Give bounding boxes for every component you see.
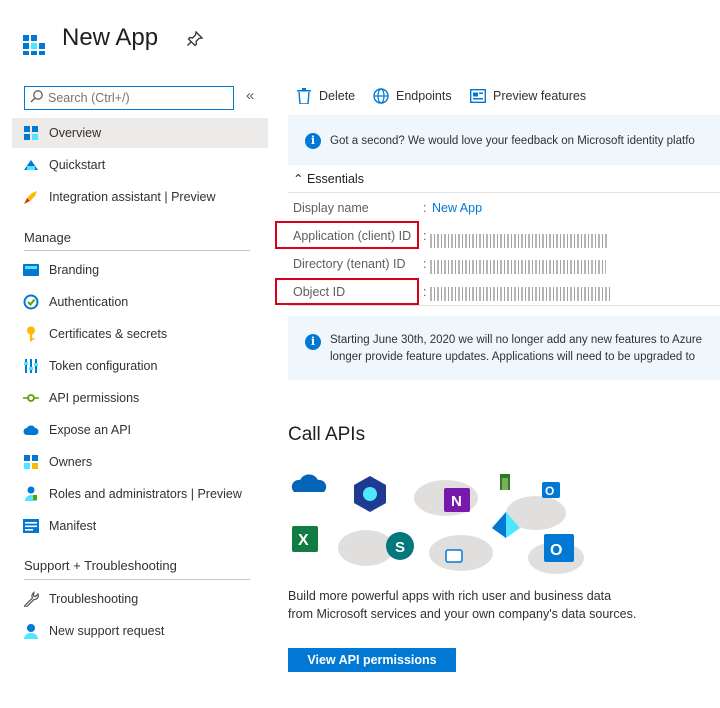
call-apis-description: Build more powerful apps with rich user … — [288, 589, 637, 621]
directory-tenant-id-label: Directory (tenant) ID — [293, 257, 406, 271]
collapse-sidebar-icon[interactable]: « — [246, 87, 254, 104]
trash-icon — [296, 88, 312, 104]
app-registration-icon — [22, 32, 46, 56]
sidebar-item-new-support-request[interactable]: New support request — [12, 616, 268, 646]
token-icon — [23, 358, 39, 374]
section-header-support: Support + Troubleshooting — [24, 558, 177, 573]
microsoft-services-illustration: N O X S O — [286, 468, 586, 578]
sidebar-item-overview[interactable]: Overview — [12, 118, 268, 148]
sidebar-item-troubleshooting[interactable]: Troubleshooting — [12, 584, 268, 614]
divider — [24, 579, 250, 580]
sidebar-item-manifest[interactable]: Manifest — [12, 511, 268, 541]
teams-chat-icon — [445, 549, 463, 563]
sidebar-item-label: Expose an API — [49, 423, 132, 437]
azure-active-directory-icon — [354, 476, 386, 512]
call-apis-heading: Call APIs — [288, 424, 366, 445]
svg-text:O: O — [545, 484, 554, 498]
info-icon: i — [305, 334, 321, 350]
branding-icon — [23, 262, 39, 278]
redacted-value — [430, 234, 608, 248]
wrench-icon — [23, 591, 39, 607]
sidebar-item-token-configuration[interactable]: Token configuration — [12, 351, 268, 381]
outlook-icon: O — [544, 534, 574, 562]
page-title: New App — [62, 24, 159, 51]
sidebar-item-integration-assistant[interactable]: Integration assistant | Preview — [12, 182, 268, 212]
svg-text:X: X — [298, 532, 309, 549]
svg-text:S: S — [395, 539, 405, 556]
display-name-label: Display name — [293, 201, 369, 215]
search-icon — [30, 89, 44, 108]
search-box[interactable] — [24, 86, 234, 110]
svg-text:O: O — [550, 542, 562, 559]
notice-banner-line-2: longer provide feature updates. Applicat… — [330, 351, 696, 363]
excel-icon: X — [292, 526, 318, 552]
roles-icon — [23, 486, 39, 502]
sidebar-item-branding[interactable]: Branding — [12, 255, 268, 285]
notice-banner-line-1: Starting June 30th, 2020 we will no long… — [330, 334, 703, 346]
essentials-toggle[interactable]: ⌃ Essentials — [293, 171, 364, 186]
redacted-value — [430, 260, 606, 274]
search-input[interactable] — [48, 91, 228, 105]
preview-icon — [470, 88, 486, 104]
divider — [288, 192, 720, 193]
highlight-box — [275, 221, 419, 249]
highlight-box — [275, 278, 419, 305]
key-icon — [23, 326, 39, 342]
sidebar-item-label: Troubleshooting — [49, 592, 139, 606]
sidebar-item-roles-administrators[interactable]: Roles and administrators | Preview — [12, 479, 268, 509]
sidebar-item-quickstart[interactable]: Quickstart — [12, 150, 268, 180]
sharepoint-icon: S — [386, 532, 414, 560]
sidebar-item-label: Quickstart — [49, 158, 106, 172]
chevron-up-icon: ⌃ — [293, 172, 304, 186]
sidebar-item-label: Certificates & secrets — [49, 327, 168, 341]
cloud-icon — [23, 422, 39, 438]
divider — [288, 305, 720, 306]
display-name-link[interactable]: New App — [432, 201, 482, 215]
sidebar-item-label: API permissions — [49, 391, 140, 405]
preview-features-button[interactable]: Preview features — [470, 88, 586, 104]
sidebar-item-authentication[interactable]: Authentication — [12, 287, 268, 317]
endpoints-button[interactable]: Endpoints — [373, 88, 452, 104]
divider — [24, 250, 250, 251]
overview-icon — [23, 125, 39, 141]
sidebar-item-label: Branding — [49, 263, 100, 277]
globe-icon — [373, 88, 389, 104]
onenote-icon: N — [444, 488, 470, 512]
sidebar-item-label: Authentication — [49, 295, 129, 309]
sidebar-item-certificates-secrets[interactable]: Certificates & secrets — [12, 319, 268, 349]
section-header-manage: Manage — [24, 230, 71, 245]
onedrive-icon — [291, 474, 327, 492]
view-api-permissions-button[interactable]: View API permissions — [288, 648, 456, 672]
feedback-banner-text: Got a second? We would love your feedbac… — [330, 135, 695, 147]
manifest-icon — [23, 518, 39, 534]
pin-icon[interactable] — [186, 30, 204, 48]
support-icon — [23, 623, 39, 639]
authentication-icon — [23, 294, 39, 310]
quickstart-icon — [23, 157, 39, 173]
sidebar-item-label: Overview — [49, 126, 102, 140]
planner-icon — [500, 474, 510, 490]
outlook-contacts-icon: O — [542, 482, 560, 498]
info-icon: i — [305, 133, 321, 149]
sidebar-item-label: Manifest — [49, 519, 97, 533]
sidebar-item-label: Owners — [49, 455, 93, 469]
rocket-icon — [23, 189, 39, 205]
sidebar-item-api-permissions[interactable]: API permissions — [12, 383, 268, 413]
sidebar-item-label: Roles and administrators | Preview — [49, 487, 242, 501]
svg-text:N: N — [451, 493, 462, 510]
sidebar-item-expose-an-api[interactable]: Expose an API — [12, 415, 268, 445]
owners-icon — [23, 454, 39, 470]
sidebar-item-label: Integration assistant | Preview — [49, 190, 216, 204]
redacted-value — [430, 287, 610, 301]
sidebar-item-label: Token configuration — [49, 359, 158, 373]
sidebar-item-label: New support request — [49, 624, 165, 638]
delete-button[interactable]: Delete — [296, 88, 355, 104]
api-permissions-icon — [23, 390, 39, 406]
sidebar-item-owners[interactable]: Owners — [12, 447, 268, 477]
